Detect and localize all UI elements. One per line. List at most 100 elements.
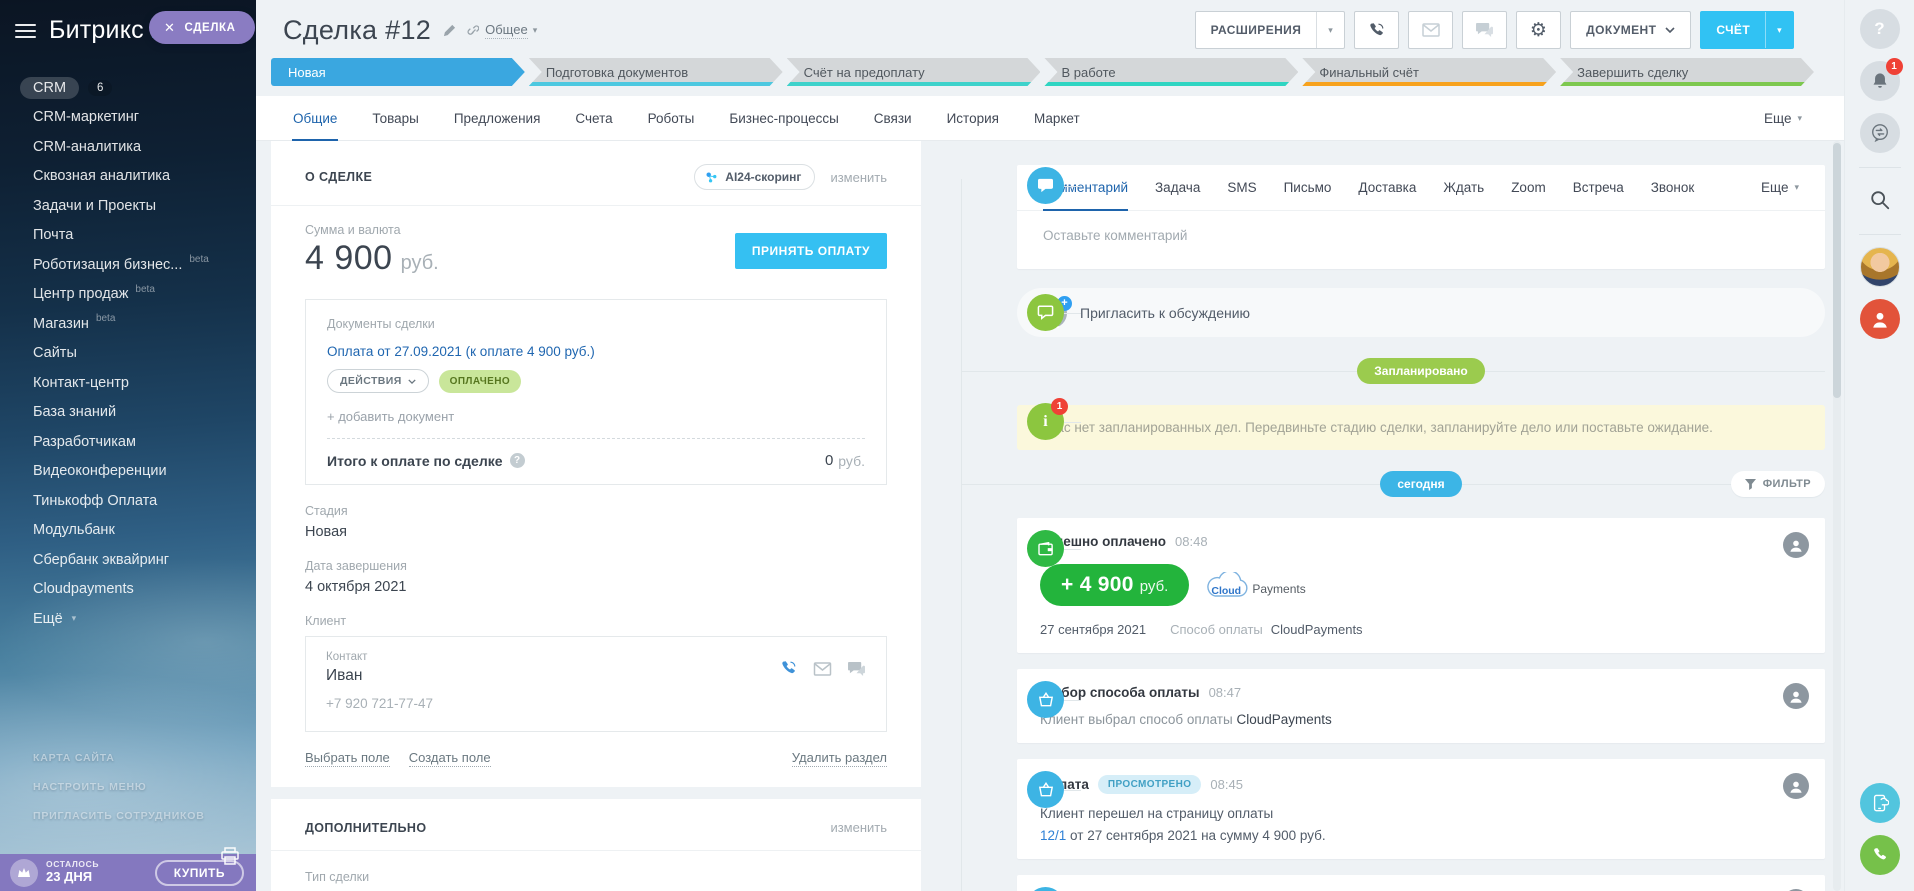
timeline-tab[interactable]: Встреча (1573, 165, 1624, 210)
deal-tab[interactable]: История (946, 96, 1000, 140)
delete-section-link[interactable]: Удалить раздел (792, 750, 887, 767)
printer-icon[interactable] (220, 847, 240, 865)
entry-author-avatar[interactable] (1783, 683, 1809, 709)
filter-button[interactable]: ФИЛЬТР (1731, 471, 1825, 497)
stage-field-value[interactable]: Новая (305, 524, 887, 540)
user-avatar[interactable] (1860, 247, 1900, 287)
timeline-tab[interactable]: Звонок (1651, 165, 1695, 210)
notifications-button[interactable]: 1 (1860, 61, 1900, 101)
call-contact-icon[interactable] (779, 659, 798, 678)
deal-tab[interactable]: Маркет (1033, 96, 1081, 140)
sidebar-item[interactable]: CRM-аналитика (33, 132, 256, 162)
view-selector-label: Общее (485, 22, 528, 39)
accept-payment-button[interactable]: ПРИНЯТЬ ОПЛАТУ (735, 233, 887, 269)
timeline-tab[interactable]: Задача (1155, 165, 1200, 210)
chat-contact-icon[interactable] (847, 661, 866, 677)
sidebar-footer-link[interactable]: НАСТРОИТЬ МЕНЮ (33, 781, 205, 793)
sidebar-item[interactable]: Видеоконференции (33, 457, 256, 487)
mobile-app-button[interactable] (1860, 783, 1900, 823)
document-actions-button[interactable]: ДЕЙСТВИЯ (327, 369, 429, 393)
sidebar-item[interactable]: База знаний (33, 398, 256, 428)
email-contact-icon[interactable] (813, 662, 832, 676)
view-selector[interactable]: Общее ▾ (485, 22, 537, 39)
sidebar-item[interactable]: Сквозная аналитика (33, 162, 256, 192)
payment-page-link[interactable]: 12/1 (1040, 828, 1066, 843)
deal-tab[interactable]: Предложения (453, 96, 542, 140)
tabs-more-button[interactable]: Еще ▾ (1764, 96, 1802, 140)
sidebar-item[interactable]: Сайты (33, 339, 256, 369)
invoice-button[interactable]: СЧЁТ ▾ (1700, 11, 1794, 49)
settings-button[interactable]: ⚙ (1516, 11, 1561, 49)
sidebar-item[interactable]: Модульбанк (33, 516, 256, 546)
sidebar-item[interactable]: Ещё ▾ (33, 604, 256, 634)
client-card: Контакт Иван +7 920 721-77-47 (305, 636, 887, 732)
sidebar-item[interactable]: Cloudpayments (33, 575, 256, 605)
pipeline-stage[interactable]: Подготовка документов (529, 58, 783, 86)
edit-title-icon[interactable] (443, 24, 456, 37)
deal-tab[interactable]: Связи (873, 96, 913, 140)
entry-author-avatar[interactable] (1783, 532, 1809, 558)
create-field-link[interactable]: Создать поле (409, 750, 491, 767)
sidebar-item[interactable]: Разработчикам (33, 427, 256, 457)
sidebar-item[interactable]: Тинькофф Оплата (33, 486, 256, 516)
ai-scoring-button[interactable]: AI24-скоринг (694, 164, 815, 190)
invite-to-discussion[interactable]: + Пригласить к обсуждению (1017, 288, 1825, 337)
pipeline-stage[interactable]: В работе (1044, 58, 1298, 86)
edit-section-link[interactable]: изменить (830, 820, 887, 835)
sidebar-item[interactable]: Роботизация бизнес... beta (33, 250, 256, 280)
call-button[interactable] (1354, 11, 1399, 49)
menu-toggle-icon[interactable] (15, 24, 36, 38)
edit-section-link[interactable]: изменить (830, 170, 887, 185)
copy-link-icon[interactable] (465, 23, 479, 37)
timeline-tabs-more[interactable]: Еще ▾ (1761, 165, 1799, 210)
email-button[interactable] (1408, 11, 1453, 49)
sidebar-item[interactable]: Контакт-центр (33, 368, 256, 398)
sidebar-item[interactable]: Почта (33, 221, 256, 251)
messenger-button[interactable] (1860, 113, 1900, 153)
search-button[interactable] (1860, 180, 1900, 220)
chevron-down-icon[interactable]: ▾ (1765, 12, 1793, 48)
timeline-tab[interactable]: Письмо (1284, 165, 1332, 210)
sidebar-footer-link[interactable]: КАРТА САЙТА (33, 752, 205, 764)
sidebar-item[interactable]: CRM 6 (33, 73, 256, 103)
close-date-value[interactable]: 4 октября 2021 (305, 579, 887, 595)
timeline-tab[interactable]: Доставка (1358, 165, 1416, 210)
select-field-link[interactable]: Выбрать поле (305, 750, 390, 767)
client-field-label: Клиент (305, 614, 887, 628)
contact-phone[interactable]: +7 920 721-77-47 (326, 696, 866, 711)
entry-author-avatar[interactable] (1783, 773, 1809, 799)
chat-history-icon (1870, 123, 1890, 143)
deal-tab[interactable]: Роботы (647, 96, 696, 140)
timeline-tab[interactable]: Zoom (1511, 165, 1546, 210)
profile-button[interactable] (1860, 299, 1900, 339)
sidebar-item[interactable]: Магазин beta (33, 309, 256, 339)
telephony-button[interactable] (1860, 835, 1900, 875)
deal-tab[interactable]: Бизнес-процессы (728, 96, 839, 140)
extensions-button[interactable]: РАСШИРЕНИЯ ▾ (1195, 11, 1346, 49)
sidebar-item[interactable]: CRM-маркетинг (33, 103, 256, 133)
pipeline-stage[interactable]: Новая (271, 58, 525, 86)
sidebar-footer-link[interactable]: ПРИГЛАСИТЬ СОТРУДНИКОВ (33, 810, 205, 822)
deal-tab[interactable]: Счета (574, 96, 613, 140)
payment-document-link[interactable]: Оплата от 27.09.2021 (к оплате 4 900 руб… (327, 344, 595, 359)
pipeline-stage[interactable]: Завершить сделку (1560, 58, 1814, 86)
deal-tab[interactable]: Общие (292, 96, 338, 140)
deal-tab[interactable]: Товары (371, 96, 419, 140)
help-button[interactable]: ? (1860, 9, 1900, 49)
timeline-tab[interactable]: Ждать (1443, 165, 1484, 210)
sidebar-item[interactable]: Задачи и Проекты (33, 191, 256, 221)
chat-button[interactable] (1462, 11, 1507, 49)
timeline-tab[interactable]: SMS (1227, 165, 1256, 210)
payment-method-label: Способ оплаты (1170, 622, 1263, 637)
sidebar-item[interactable]: Сбербанк эквайринг (33, 545, 256, 575)
scrollbar-thumb[interactable] (1833, 143, 1841, 398)
add-document-link[interactable]: + добавить документ (327, 409, 865, 424)
comment-input[interactable]: Оставьте комментарий (1017, 211, 1825, 269)
pipeline-stage[interactable]: Финальный счёт (1302, 58, 1556, 86)
chevron-down-icon[interactable]: ▾ (1316, 12, 1344, 48)
document-button[interactable]: ДОКУМЕНТ (1570, 11, 1691, 49)
deal-slider-pill[interactable]: ✕ СДЕЛКА (149, 11, 255, 44)
info-icon[interactable]: ? (510, 453, 525, 468)
sidebar-item[interactable]: Центр продаж beta (33, 280, 256, 310)
pipeline-stage[interactable]: Счёт на предоплату (787, 58, 1041, 86)
